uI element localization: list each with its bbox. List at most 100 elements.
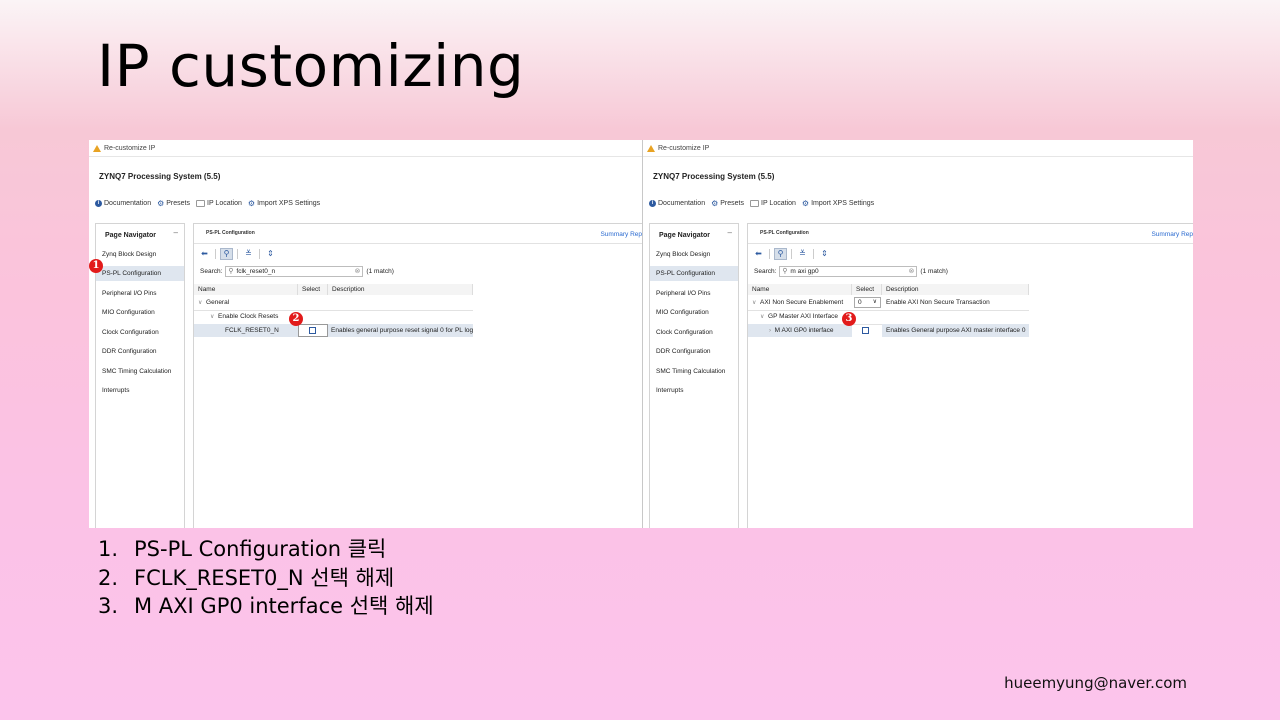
step-item: 1. PS-PL Configuration 클릭	[98, 537, 387, 561]
page-navigator-header: Page Navigator	[105, 232, 156, 239]
collapse-all-icon[interactable]: ⇕	[818, 248, 831, 260]
gear-icon: ⚙	[247, 199, 256, 208]
search-input[interactable]: ⚲ m axi gp0 ⊗	[779, 266, 918, 277]
chevron-right-icon: ›	[769, 328, 771, 334]
col-name: Name	[194, 284, 298, 295]
nav-item-peripheral-io-pins[interactable]: Peripheral I/O Pins	[96, 286, 184, 301]
step-marker-2: 2	[289, 312, 303, 326]
ps-pl-config-pane: PS-PL Configuration Summary Rep ⬅ ⚲ ≚ ⇕ …	[747, 223, 1193, 528]
folder-icon	[196, 200, 205, 207]
product-title: ZYNQ7 Processing System (5.5)	[99, 172, 221, 181]
info-icon: i	[649, 200, 656, 207]
m-axi-gp0-checkbox[interactable]	[862, 327, 869, 334]
folder-icon	[750, 200, 759, 207]
recustomize-dialog-left: Re-customize IP ZYNQ7 Processing System …	[89, 140, 642, 528]
step-item: 2. FCLK_RESET0_N 선택 해제	[98, 565, 395, 590]
dialog-toolbar: i Documentation ⚙ Presets IP Location ⚙ Imp…	[649, 200, 874, 208]
expand-all-icon[interactable]: ≚	[796, 248, 809, 260]
divider	[89, 156, 642, 157]
tree-row-general[interactable]: ∨ General	[198, 296, 229, 309]
nav-item-smc-timing[interactable]: SMC Timing Calculation	[96, 364, 184, 379]
tree-row-enable-clock-resets[interactable]: ∨ Enable Clock Resets	[210, 310, 278, 323]
separator	[813, 249, 814, 259]
collapse-all-icon[interactable]: ⇕	[264, 248, 277, 260]
steps-list: 1. PS-PL Configuration 클릭 2. FCLK_RESET0_N…	[98, 535, 434, 621]
nav-item-mio-configuration[interactable]: MIO Configuration	[650, 305, 738, 320]
match-count: (1 match)	[920, 268, 948, 275]
nav-item-clock-configuration[interactable]: Clock Configuration	[96, 325, 184, 340]
presets-button[interactable]: ⚙ Presets	[157, 200, 190, 208]
ip-location-button[interactable]: IP Location	[196, 200, 242, 207]
row-m-axi-gp0[interactable]: › M AXI GP0 interface	[748, 324, 852, 337]
config-title: PS-PL Configuration	[760, 230, 809, 236]
back-arrow-icon[interactable]: ⬅	[198, 248, 211, 260]
col-description: Description	[328, 284, 473, 295]
config-title: PS-PL Configuration	[206, 230, 255, 236]
divider	[748, 243, 1193, 244]
search-row: Search: ⚲ m axi gp0 ⊗ (1 match)	[754, 266, 948, 277]
window-title-bar: Re-customize IP	[647, 145, 709, 152]
collapse-icon[interactable]: –	[174, 228, 178, 237]
tree-row-gp-master[interactable]: ∨ GP Master AXI Interface	[760, 310, 838, 323]
ps-pl-config-pane: PS-PL Configuration Summary Rep ⬅ ⚲ ≚ ⇕ …	[193, 223, 642, 528]
recustomize-dialog-right: Re-customize IP ZYNQ7 Processing System …	[642, 140, 1193, 528]
axi-non-secure-select[interactable]: 0 ∨	[854, 297, 881, 308]
summary-report-link[interactable]: Summary Rep	[1151, 231, 1193, 238]
search-label: Search:	[200, 268, 223, 275]
dialog-toolbar: i Documentation ⚙ Presets IP Location ⚙ Imp…	[95, 199, 320, 208]
expand-all-icon[interactable]: ≚	[242, 248, 255, 260]
row-fclk-reset0-n[interactable]: FCLK_RESET0_N	[194, 324, 298, 337]
nav-item-clock-configuration[interactable]: Clock Configuration	[650, 325, 738, 340]
ip-location-button[interactable]: IP Location	[750, 200, 796, 207]
search-row: Search: ⚲ fclk_reset0_n ⊗ (1 match)	[200, 266, 394, 277]
info-icon: i	[95, 200, 102, 207]
separator	[769, 249, 770, 259]
select-cell	[298, 324, 328, 337]
nav-item-ps-pl-configuration[interactable]: PS-PL Configuration	[650, 266, 738, 281]
clear-icon[interactable]: ⊗	[909, 267, 915, 276]
nav-item-interrupts[interactable]: Interrupts	[96, 383, 184, 398]
separator	[215, 249, 216, 259]
search-toggle-icon[interactable]: ⚲	[220, 248, 233, 260]
author-email: hueemyung@naver.com	[1004, 674, 1187, 692]
search-toggle-icon[interactable]: ⚲	[774, 248, 787, 260]
nav-item-zynq-block-design[interactable]: Zynq Block Design	[96, 247, 184, 262]
chevron-down-icon: ∨	[752, 300, 757, 306]
summary-report-link[interactable]: Summary Rep	[600, 231, 642, 238]
slide-title: IP customizing	[97, 32, 525, 100]
nav-item-ddr-configuration[interactable]: DDR Configuration	[96, 344, 184, 359]
nav-item-ps-pl-configuration[interactable]: PS-PL Configuration	[96, 266, 184, 281]
chevron-down-icon: ∨	[198, 300, 203, 306]
nav-item-zynq-block-design[interactable]: Zynq Block Design	[650, 247, 738, 262]
fclk-reset0-n-description: Enables general purpose reset signal 0 f…	[328, 324, 473, 337]
collapse-icon[interactable]: –	[728, 228, 732, 237]
fclk-reset0-n-checkbox[interactable]	[309, 327, 316, 334]
tree-row-axi-non-secure[interactable]: ∨ AXI Non Secure Enablement	[752, 296, 843, 309]
nav-item-smc-timing[interactable]: SMC Timing Calculation	[650, 364, 738, 379]
search-input[interactable]: ⚲ fclk_reset0_n ⊗	[225, 266, 364, 277]
clear-icon[interactable]: ⊗	[355, 267, 361, 276]
nav-item-mio-configuration[interactable]: MIO Configuration	[96, 305, 184, 320]
nav-item-interrupts[interactable]: Interrupts	[650, 383, 738, 398]
product-title: ZYNQ7 Processing System (5.5)	[653, 172, 775, 181]
page-navigator: Page Navigator – Zynq Block Design PS-PL…	[649, 223, 739, 528]
search-icon: ⚲	[228, 268, 234, 275]
documentation-button[interactable]: i Documentation	[95, 200, 151, 207]
col-name: Name	[748, 284, 852, 295]
import-xps-button[interactable]: ⚙ Import XPS Settings	[802, 200, 874, 208]
step-marker-3: 3	[842, 312, 856, 326]
chevron-down-icon: ∨	[210, 314, 215, 320]
step-marker-1: 1	[89, 259, 103, 273]
page-navigator-header: Page Navigator	[659, 232, 710, 239]
col-select: Select	[298, 284, 328, 295]
back-arrow-icon[interactable]: ⬅	[752, 248, 765, 260]
nav-item-ddr-configuration[interactable]: DDR Configuration	[650, 344, 738, 359]
separator	[237, 249, 238, 259]
presets-button[interactable]: ⚙ Presets	[711, 200, 744, 208]
separator	[259, 249, 260, 259]
nav-item-peripheral-io-pins[interactable]: Peripheral I/O Pins	[650, 286, 738, 301]
window-title: Re-customize IP	[658, 145, 710, 152]
import-xps-button[interactable]: ⚙ Import XPS Settings	[247, 199, 320, 208]
m-axi-gp0-description: Enables General purpose AXI master inter…	[882, 324, 1029, 337]
documentation-button[interactable]: i Documentation	[649, 200, 705, 207]
